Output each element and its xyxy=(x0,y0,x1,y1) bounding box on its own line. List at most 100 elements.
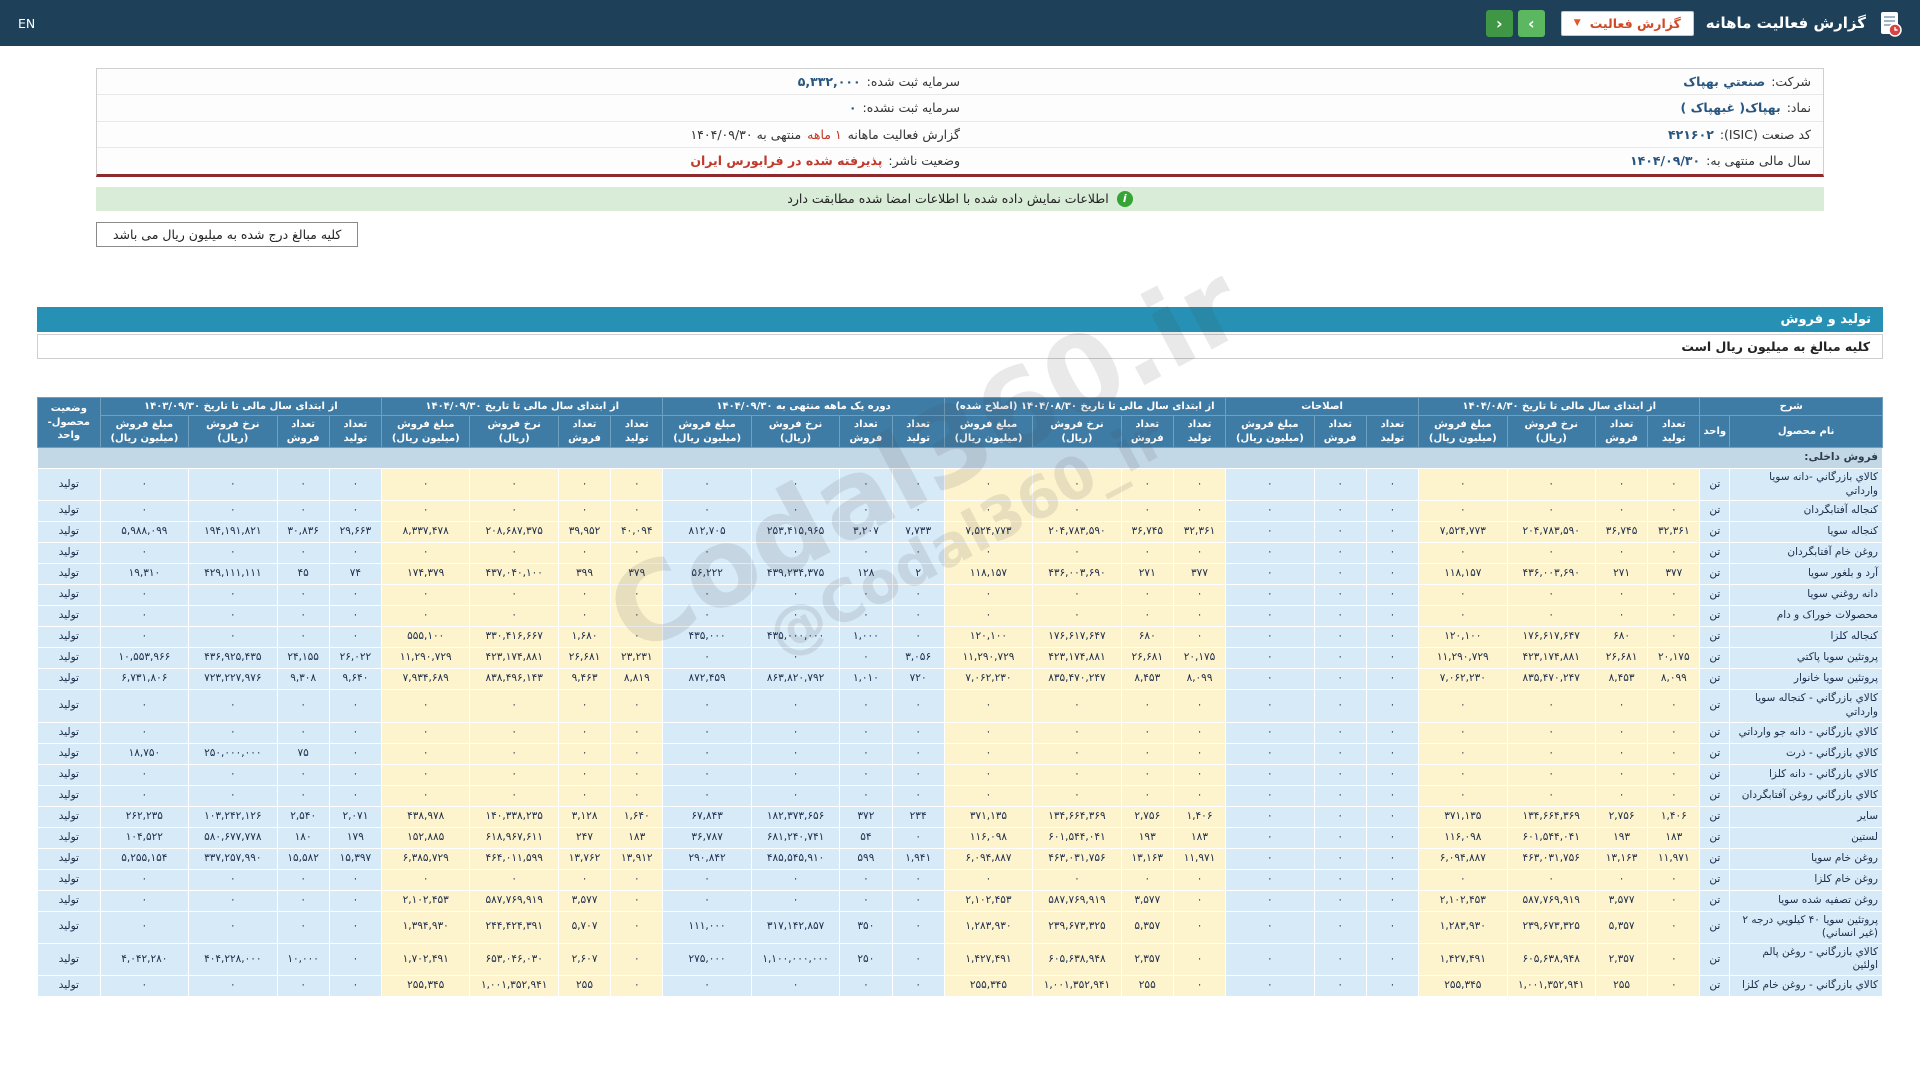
value-cell: ۴۸۵,۵۴۵,۹۱۰ xyxy=(750,847,841,870)
value-cell: ۱۴۰,۳۳۸,۲۳۵ xyxy=(469,805,559,828)
value-cell: ۰ xyxy=(469,584,559,607)
company-info-panel: شرکت: صنعتي بهپاک سرمایه ثبت شده: ۵,۳۳۲,… xyxy=(96,68,1824,177)
product-row: روغن خام آفتابگردان تن ۰ ۰ ۰ ۰ ۰ ۰ ۰ ۰ ۰ ۰ ۰ ۰ ۰ ۰ ۰ ۰ ۰ ۰ ۰… xyxy=(37,542,1883,565)
value-cell: ۰ xyxy=(891,542,945,565)
value-cell: ۱۵۲,۸۸۵ xyxy=(381,826,471,849)
value-cell: ۰ xyxy=(99,584,190,607)
value-cell: ۰ xyxy=(943,763,1034,786)
value-cell: ۰ xyxy=(1313,500,1367,523)
top-bar-right-group: گزارش فعالیت ماهانه گزارش فعالیت ▼ › ‹ xyxy=(1485,9,1902,37)
value-cell: ۴۳۵,۰۰۰ xyxy=(662,626,752,649)
value-cell: ۶۰۱,۵۴۴,۰۴۱ xyxy=(1032,826,1122,849)
value-cell: ۰ xyxy=(1032,605,1122,628)
product-row: پروتئين سويا پاکتي تن ۲۰,۱۷۵ ۲۶,۶۸۱ ۴۲۳,۱۷۴,… xyxy=(37,647,1883,670)
previous-report-button[interactable]: ‹ xyxy=(1485,9,1513,37)
value-cell: ۰ xyxy=(610,784,664,807)
value-cell: ۷۲۳,۲۲۷,۹۷۶ xyxy=(188,668,278,691)
value-cell: ۵۸۷,۷۶۹,۹۱۹ xyxy=(469,889,559,912)
status-cell: تولید xyxy=(37,605,101,628)
value-cell: ۱۳,۱۶۳ xyxy=(1120,847,1174,870)
value-cell: ۰ xyxy=(1365,467,1420,502)
value-cell: ۰ xyxy=(276,500,330,523)
value-cell: ۰ xyxy=(99,910,190,944)
value-cell: ۰ xyxy=(1313,826,1367,849)
value-cell: ۰ xyxy=(1225,647,1315,670)
value-cell: ۰ xyxy=(1313,668,1367,691)
value-cell: ۰ xyxy=(188,626,278,649)
value-cell: ۰ xyxy=(1418,467,1508,502)
header-subcolumn: تعداد فروش xyxy=(1313,415,1367,448)
value-cell: ۱۱,۲۹۰,۷۲۹ xyxy=(381,647,471,670)
value-cell: ۰ xyxy=(1032,763,1122,786)
value-cell: ۰ xyxy=(469,467,559,502)
value-cell: ۲۶,۰۲۲ xyxy=(328,647,383,670)
language-toggle-en[interactable]: EN xyxy=(18,16,35,31)
value-cell: ۰ xyxy=(1647,605,1701,628)
value-cell: ۱۷۹ xyxy=(328,826,383,849)
value-cell: ۰ xyxy=(99,868,190,891)
value-cell: ۰ xyxy=(1647,784,1701,807)
product-row: کالاي بازرگاني - ذرت تن ۰ ۰ ۰ ۰ ۰ ۰ ۰ ۰ ۰ ۰ ۰ ۰ ۰ ۰ ۰ ۰ ۰ ۰… xyxy=(37,742,1883,765)
value-cell: ۳۹۹ xyxy=(557,563,612,586)
registered-capital-field: سرمایه ثبت شده: ۵,۳۳۲,۰۰۰ xyxy=(109,72,960,91)
value-cell: ۰ xyxy=(1032,542,1122,565)
value-cell: ۰ xyxy=(1365,942,1420,977)
header-subcolumn: مبلغ فروش (میلیون ریال) xyxy=(99,415,190,448)
value-cell: ۳۷۲ xyxy=(839,805,893,828)
value-cell: ۴۳۶,۰۰۳,۶۹۰ xyxy=(1506,563,1596,586)
header-group-2: از ابتدای سال مالی تا تاریخ ۱۴۰۴/۰۸/۳۰ (… xyxy=(943,396,1227,416)
status-cell: تولید xyxy=(37,521,101,544)
company-info-row: نماد: بهپاک( غبهپاک ) سرمایه ثبت نشده: ۰ xyxy=(97,95,1823,122)
value-cell: ۰ xyxy=(662,542,752,565)
value-cell: ۰ xyxy=(662,500,752,523)
value-cell: ۰ xyxy=(891,975,945,998)
value-cell: ۰ xyxy=(1120,542,1174,565)
product-name-cell: کالاي بازرگاني - روغن خام کلزا xyxy=(1729,975,1883,998)
value-cell: ۲ xyxy=(891,563,945,586)
value-cell: ۰ xyxy=(943,584,1034,607)
value-cell: ۱۷۶,۶۱۷,۶۴۷ xyxy=(1506,626,1596,649)
info-icon: i xyxy=(1116,190,1133,207)
value-cell: ۵,۹۸۸,۰۹۹ xyxy=(99,521,190,544)
value-cell: ۰ xyxy=(328,889,383,912)
value-cell: ۰ xyxy=(328,500,383,523)
value-cell: ۰ xyxy=(1172,626,1227,649)
unit-cell: تن xyxy=(1699,889,1731,912)
status-cell: تولید xyxy=(37,563,101,586)
value-cell: ۳,۲۰۷ xyxy=(839,521,893,544)
value-cell: ۰ xyxy=(750,975,841,998)
value-cell: ۰ xyxy=(1225,826,1315,849)
value-cell: ۰ xyxy=(99,721,190,744)
value-cell: ۵۸۷,۷۶۹,۹۱۹ xyxy=(1032,889,1122,912)
value-cell: ۰ xyxy=(1313,784,1367,807)
value-cell: ۰ xyxy=(610,975,664,998)
value-cell: ۰ xyxy=(1594,689,1649,723)
value-cell: ۰ xyxy=(891,910,945,944)
product-name-cell: پروتئين سويا خانوار xyxy=(1729,668,1883,691)
status-cell: تولید xyxy=(37,626,101,649)
value-cell: ۲۷۱ xyxy=(1594,563,1649,586)
value-cell: ۰ xyxy=(328,542,383,565)
report-type-dropdown[interactable]: گزارش فعالیت ▼ xyxy=(1560,10,1694,36)
value-cell: ۱۲۸ xyxy=(839,563,893,586)
unit-cell: تن xyxy=(1699,605,1731,628)
value-cell: ۰ xyxy=(1418,500,1508,523)
value-cell: ۰ xyxy=(839,689,893,723)
value-cell: ۹,۶۴۰ xyxy=(328,668,383,691)
value-cell: ۰ xyxy=(891,742,945,765)
value-cell: ۰ xyxy=(469,542,559,565)
value-cell: ۰ xyxy=(188,889,278,912)
next-report-button[interactable]: › xyxy=(1517,9,1545,37)
value-cell: ۳۶,۷۴۵ xyxy=(1120,521,1174,544)
value-cell: ۰ xyxy=(610,721,664,744)
value-cell: ۰ xyxy=(1172,689,1227,723)
status-cell: تولید xyxy=(37,975,101,998)
value-cell: ۰ xyxy=(381,584,471,607)
unit-cell: تن xyxy=(1699,742,1731,765)
header-group-0: از ابتدای سال مالی تا تاریخ ۱۴۰۴/۰۸/۳۰ xyxy=(1418,396,1701,416)
value-cell: ۱۰۳,۲۴۲,۱۲۶ xyxy=(188,805,278,828)
value-cell: ۹,۳۰۸ xyxy=(276,668,330,691)
unit-cell: تن xyxy=(1699,721,1731,744)
value-cell: ۰ xyxy=(188,605,278,628)
value-cell: ۰ xyxy=(610,605,664,628)
